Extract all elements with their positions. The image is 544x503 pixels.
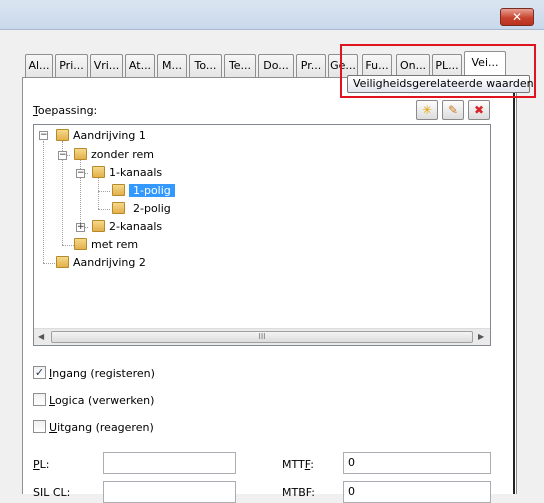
folder-icon [74,238,87,250]
tab-to[interactable]: To... [189,54,222,78]
title-bar: ✕ [0,0,544,30]
tree-node-1-polig[interactable]: 1-polig [112,182,175,200]
delete-icon: ✖ [473,103,485,117]
close-button[interactable]: ✕ [500,8,534,26]
tree-node-aandrijving-2[interactable]: Aandrijving 2 [56,254,146,272]
tab-do[interactable]: Do... [258,54,294,78]
folder-icon [56,256,69,268]
tree-connector [43,263,55,264]
tree-node-met-rem[interactable]: met rem [74,236,138,254]
mtbf-field[interactable]: 0 [343,481,491,503]
tree-expander-2-kanaals[interactable]: + [76,223,85,232]
pencil-icon: ✎ [447,103,459,117]
tree-connector [98,209,110,210]
grip-icon: III [258,332,266,341]
tab-te[interactable]: Te... [224,54,256,78]
tab-m[interactable]: M... [157,54,187,78]
tree-expander-zonder-rem[interactable]: − [58,151,67,160]
edit-button[interactable]: ✎ [442,100,464,120]
new-button[interactable]: ✳ [416,100,438,120]
folder-icon [92,166,105,178]
tree-horizontal-scrollbar[interactable]: ◀ III ▶ [34,328,490,345]
tree-expander-1-kanaals[interactable]: − [76,169,85,178]
uitgang-label[interactable]: Uitgang (reageren) [49,421,154,434]
tab-vri[interactable]: Vri... [90,54,123,78]
tree-expander-aandrijving-1[interactable]: − [39,131,48,140]
silcl-label: SIL CL: [33,486,71,499]
tree-connector [98,191,110,192]
logica-label[interactable]: Logica (verwerken) [49,394,154,407]
ingang-label[interactable]: Ingang (registeren) [49,367,155,380]
scroll-right-icon[interactable]: ▶ [478,332,484,341]
tab-pr[interactable]: Pr... [296,54,326,78]
mttf-label: MTTF: [282,458,314,471]
close-icon: ✕ [511,10,523,24]
tree-connector [43,141,44,263]
folder-icon [74,148,87,160]
uitgang-checkbox[interactable] [33,420,46,433]
mttf-field[interactable]: 0 [343,452,491,474]
ingang-checkbox[interactable]: ✓ [33,366,46,379]
tooltip: Veiligheidsgerelateerde waarden [347,75,534,93]
scroll-thumb[interactable]: III [51,331,473,343]
logica-checkbox[interactable] [33,393,46,406]
toepassing-label: Toepassing: [33,104,98,117]
folder-icon [112,184,125,196]
folder-icon [56,129,69,141]
tree-selection-bar [130,182,490,200]
tree-node-2-polig[interactable]: 2-polig [112,200,171,218]
tree-connector [62,245,74,246]
new-icon: ✳ [421,103,433,117]
pl-field[interactable] [103,452,236,474]
tree-view[interactable]: − Aandrijving 1 − zonder rem − 1-kanaals… [33,124,491,346]
tree-node-aandrijving-1[interactable]: Aandrijving 1 [56,127,146,145]
tab-at[interactable]: At... [125,54,155,78]
tree-node-1-kanaals[interactable]: 1-kanaals [92,164,162,182]
tab-al[interactable]: Al... [25,54,53,78]
tree-node-zonder-rem[interactable]: zonder rem [74,146,154,164]
tab-pri[interactable]: Pri... [55,54,88,78]
scroll-left-icon[interactable]: ◀ [38,332,44,341]
mtbf-label: MTBF: [282,486,315,499]
folder-icon [112,202,125,214]
folder-icon [92,220,105,232]
panel-right-border [513,77,515,494]
pl-label: PL: [33,458,50,471]
silcl-field[interactable] [103,481,236,503]
tree-node-2-kanaals[interactable]: 2-kanaals [92,218,162,236]
delete-button[interactable]: ✖ [468,100,490,120]
